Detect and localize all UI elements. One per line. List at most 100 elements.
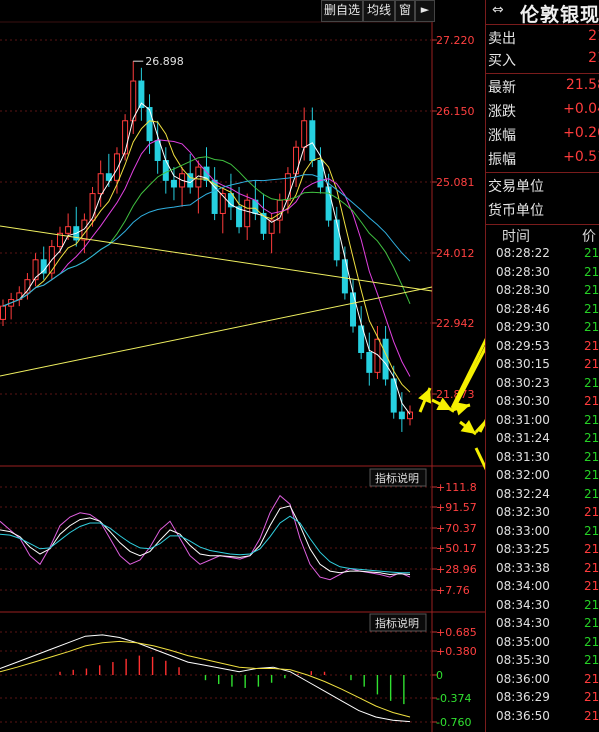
macd-chart [0,634,411,723]
indicator-info-button-2[interactable]: 指标说明 [375,616,419,630]
tick-row[interactable]: 08:28:22 21 [486,245,599,263]
tick-row[interactable]: 08:31:24 21 [486,430,599,448]
tick-row[interactable]: 08:34:00 21 [486,578,599,596]
buy-row: 买入 21 [488,50,599,72]
y-tick-label: +111.8 [436,481,477,494]
tick-row[interactable]: 08:33:25 21 [486,541,599,559]
ma-line-button[interactable]: 均线 [363,0,395,22]
y-tick-label: +0.380 [436,645,477,658]
tick-time: 08:28:30 [496,283,550,297]
arrow-shaft [450,338,485,409]
tick-row[interactable]: 08:28:30 21 [486,264,599,282]
indicator-info-button-1[interactable]: 指标说明 [375,471,419,485]
tick-header: 时间 价 [486,224,599,245]
window-button[interactable]: 窗 [395,0,415,22]
tick-time: 08:31:24 [496,431,550,445]
y-tick-label: 0 [436,669,443,682]
tick-row[interactable]: 08:32:24 21 [486,486,599,504]
tick-row[interactable]: 08:36:00 21 [486,671,599,689]
annotation-arrow [450,338,485,409]
oscillator-chart [0,494,411,581]
tick-price: 21 [584,320,599,334]
tick-row[interactable]: 08:32:00 21 [486,467,599,485]
latest-value: 21.58 [565,77,599,93]
chart-area[interactable]: 26.898 27.22026.15025.08124.01222.94221.… [0,0,485,732]
tick-row[interactable]: 08:33:00 21 [486,523,599,541]
arrow-head [460,420,476,434]
candlestick-chart[interactable]: 26.898 [0,55,433,432]
delete-favorite-button[interactable]: 删自选 [321,0,363,22]
change-pct-row: 涨幅 +0.20 [488,125,599,147]
tick-price: 21 [584,431,599,445]
tick-price: 21 [584,246,599,260]
candle-body [407,411,413,420]
tick-row[interactable]: 08:30:23 21 [486,375,599,393]
candle-body [333,219,340,261]
price-header: 价 [582,229,596,245]
tick-row[interactable]: 08:28:46 21 [486,301,599,319]
tick-price: 21 [584,505,599,519]
amplitude-label: 振幅 [488,152,516,168]
left-right-arrow-icon[interactable]: ⇔ [492,2,504,18]
change-value: +0.04 [563,101,599,117]
tick-row[interactable]: 08:30:15 21 [486,356,599,374]
candle-body [293,146,300,175]
y-tick-label: 27.220 [436,34,475,47]
candle-body [113,153,120,181]
tick-price: 21 [584,671,599,686]
tick-row[interactable]: 08:30:30 21 [486,393,599,411]
tick-price: 21 [584,690,599,704]
candle-body [366,351,373,373]
buy-label: 买入 [488,53,516,69]
tick-row[interactable]: 08:31:00 21 [486,412,599,430]
annotation-arrow [418,387,432,413]
tick-row[interactable]: 08:34:30 21 [486,615,599,633]
tick-row[interactable]: 08:28:30 21 [486,282,599,300]
quote-header: ⇔ 伦敦银现 [486,0,599,26]
tick-time: 08:33:00 [496,523,550,538]
arrow-shaft [474,447,485,471]
y-tick-label: 24.012 [436,247,475,260]
tick-time: 08:34:30 [496,597,550,612]
change-label: 涨跌 [488,104,516,120]
y-tick-label: +28.96 [436,563,477,576]
tick-time: 08:33:38 [496,560,550,575]
instrument-title: 伦敦银现 [520,4,599,26]
tick-price: 21 [584,560,599,575]
divider [486,172,599,173]
sell-label: 卖出 [488,31,516,47]
tick-price: 21 [584,634,599,649]
tick-row[interactable]: 08:36:50 21 [486,708,599,726]
tick-row[interactable]: 08:32:30 21 [486,504,599,522]
tick-row[interactable]: 08:36:29 21 [486,689,599,707]
candle-body [398,411,405,420]
tick-row[interactable]: 08:35:30 21 [486,652,599,670]
tick-row[interactable]: 08:29:30 21 [486,319,599,337]
candle-body [244,199,251,228]
tick-row[interactable]: 08:31:30 21 [486,449,599,467]
tick-price: 21 [584,375,599,390]
y-tick-label: 22.942 [436,317,475,330]
tick-row[interactable]: 08:34:30 21 [486,597,599,615]
candle-body [65,226,72,234]
tick-price: 21 [584,579,599,593]
y-tick-label: 25.081 [436,176,475,189]
currency-unit-row: 货币单位 [488,200,599,222]
tick-row[interactable]: 08:35:00 21 [486,634,599,652]
trend-line [0,225,433,292]
divider [486,73,599,74]
y-tick-label: +70.37 [436,522,477,535]
tick-time: 08:34:30 [496,616,550,630]
latest-label: 最新 [488,80,516,96]
tick-row[interactable]: 08:29:53 21 [486,338,599,356]
tick-price: 21 [584,449,599,464]
sell-row: 卖出 21 [488,28,599,50]
currency-unit-label: 货币单位 [488,203,544,219]
tick-row[interactable]: 08:33:38 21 [486,560,599,578]
tick-price: 21 [584,301,599,316]
y-tick-label: +91.57 [436,501,477,514]
tick-price: 21 [584,338,599,353]
tick-time: 08:35:30 [496,653,550,667]
play-right-icon[interactable]: ► [415,0,435,22]
tick-time: 08:28:22 [496,246,550,260]
